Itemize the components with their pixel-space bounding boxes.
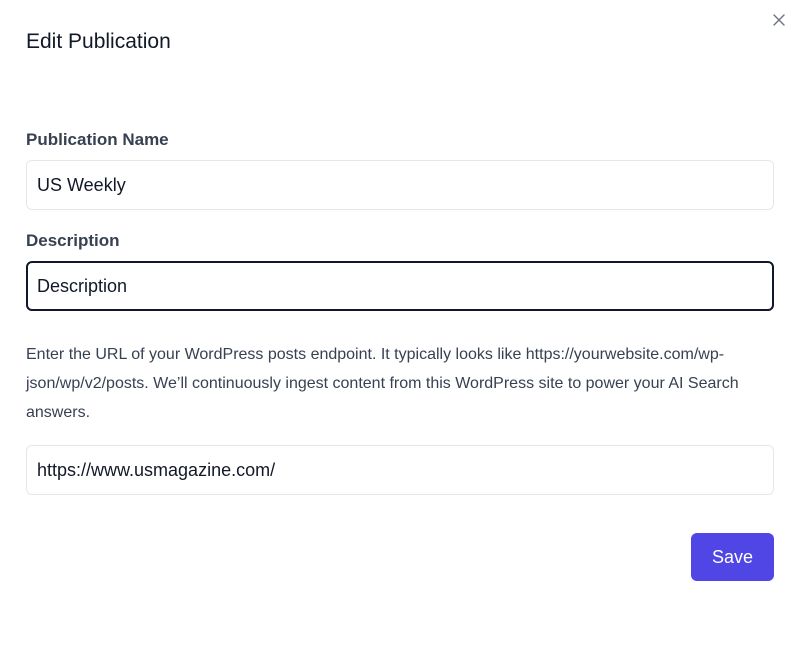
description-input[interactable] bbox=[26, 261, 774, 311]
wordpress-url-input[interactable] bbox=[26, 445, 774, 495]
url-help-text: Enter the URL of your WordPress posts en… bbox=[26, 346, 739, 421]
save-button[interactable]: Save bbox=[691, 533, 774, 581]
modal-title: Edit Publication bbox=[26, 30, 171, 53]
publication-name-label: Publication Name bbox=[26, 130, 169, 149]
close-icon bbox=[773, 13, 785, 31]
edit-publication-modal: Edit Publication Publication Name Descri… bbox=[0, 0, 803, 646]
publication-name-input[interactable] bbox=[26, 160, 774, 210]
close-button[interactable] bbox=[769, 12, 789, 32]
description-label: Description bbox=[26, 231, 120, 250]
